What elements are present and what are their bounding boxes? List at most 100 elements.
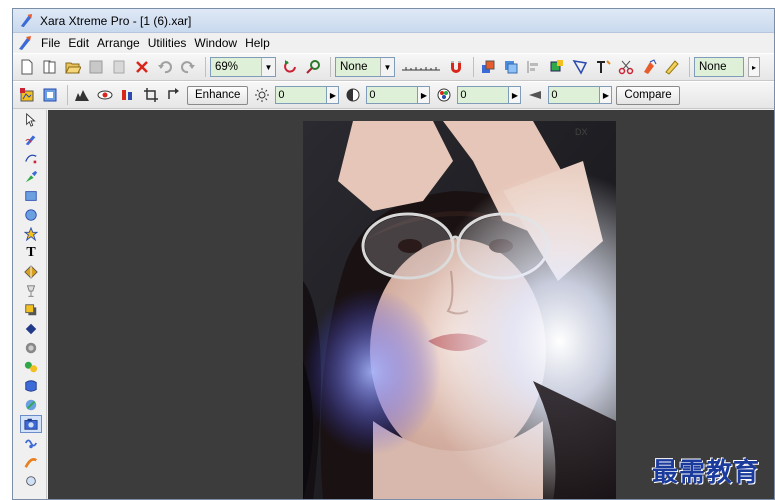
saturation-input[interactable]: 0 bbox=[457, 86, 510, 104]
window-title: Xara Xtreme Pro - [1 (6).xar] bbox=[40, 13, 192, 28]
menu-utilities[interactable]: Utilities bbox=[148, 36, 187, 50]
zoom-value[interactable]: 69% bbox=[211, 61, 261, 73]
text-tool-icon[interactable]: T bbox=[20, 244, 42, 262]
document-menu-icon[interactable] bbox=[17, 35, 33, 51]
shadow-tool-icon[interactable] bbox=[20, 301, 42, 319]
new-template-icon[interactable] bbox=[40, 57, 60, 77]
chevron-right-icon[interactable]: ▶ bbox=[600, 86, 613, 104]
redo-icon[interactable] bbox=[178, 57, 198, 77]
zoom-tool-icon[interactable] bbox=[20, 472, 42, 490]
brightness-icon bbox=[252, 85, 272, 105]
chevron-down-icon[interactable]: ▼ bbox=[261, 58, 275, 76]
paste-icon[interactable] bbox=[662, 57, 682, 77]
quickshape-tool-icon[interactable] bbox=[20, 225, 42, 243]
save-icon[interactable] bbox=[86, 57, 106, 77]
group-icon[interactable] bbox=[547, 57, 567, 77]
chevron-right-icon[interactable]: ▶ bbox=[509, 86, 522, 104]
zoom-combo[interactable]: 69% ▼ bbox=[210, 57, 276, 77]
toolbar-separator bbox=[330, 57, 331, 77]
saturation-icon bbox=[434, 85, 454, 105]
document-canvas[interactable]: DX bbox=[48, 110, 774, 499]
chevron-down-icon[interactable]: ▼ bbox=[380, 58, 394, 76]
brightness-field[interactable]: 0 ▶ bbox=[275, 86, 340, 104]
menu-arrange[interactable]: Arrange bbox=[97, 36, 140, 50]
saturation-field[interactable]: 0 ▶ bbox=[457, 86, 522, 104]
toolbar-separator bbox=[67, 85, 68, 105]
contrast-input[interactable]: 0 bbox=[366, 86, 419, 104]
toolbar-more-icon[interactable]: ▸ bbox=[748, 57, 760, 77]
zoom-to-object-icon[interactable] bbox=[303, 57, 323, 77]
align-icon[interactable] bbox=[524, 57, 544, 77]
photo-logo-text: DX bbox=[575, 127, 588, 137]
quality-value[interactable]: None bbox=[336, 61, 380, 73]
delete-icon[interactable] bbox=[132, 57, 152, 77]
sharpen-input[interactable]: 0 bbox=[548, 86, 601, 104]
contrast-icon bbox=[343, 85, 363, 105]
photo-tool-icon[interactable] bbox=[20, 415, 42, 433]
sharpen-icon bbox=[525, 85, 545, 105]
undo-icon[interactable] bbox=[155, 57, 175, 77]
contour-tool-icon[interactable] bbox=[20, 320, 42, 338]
right-combo[interactable]: None bbox=[694, 57, 744, 77]
ruler-icon[interactable] bbox=[399, 57, 443, 77]
ellipse-tool-icon[interactable] bbox=[20, 206, 42, 224]
levels-icon[interactable] bbox=[118, 85, 138, 105]
open-folder-icon[interactable] bbox=[63, 57, 83, 77]
freehand-tool-icon[interactable] bbox=[20, 130, 42, 148]
selector-tool-icon[interactable] bbox=[20, 111, 42, 129]
brush-tool-icon[interactable] bbox=[20, 453, 42, 471]
transparency-tool-icon[interactable] bbox=[20, 282, 42, 300]
app-window: Xara Xtreme Pro - [1 (6).xar] File Edit … bbox=[12, 8, 775, 500]
previous-zoom-icon[interactable] bbox=[280, 57, 300, 77]
bevel-tool-icon[interactable] bbox=[20, 339, 42, 357]
red-eye-icon[interactable] bbox=[95, 85, 115, 105]
watermark-text: 最需教育 bbox=[652, 458, 761, 488]
toolbar-separator bbox=[473, 57, 474, 77]
quality-combo[interactable]: None ▼ bbox=[335, 57, 395, 77]
toolbar-separator bbox=[689, 57, 690, 77]
save-as-icon[interactable] bbox=[109, 57, 129, 77]
bitmap-toolbar: Enhance 0 ▶ 0 ▶ 0 ▶ 0 ▶ Compare bbox=[13, 81, 774, 109]
menu-edit[interactable]: Edit bbox=[68, 36, 89, 50]
mould-tool-icon[interactable] bbox=[20, 377, 42, 395]
rectangle-tool-icon[interactable] bbox=[20, 187, 42, 205]
new-document-icon[interactable] bbox=[17, 57, 37, 77]
contrast-field[interactable]: 0 ▶ bbox=[366, 86, 431, 104]
photo-image[interactable]: DX bbox=[303, 121, 616, 499]
crop-icon[interactable] bbox=[141, 85, 161, 105]
copy-icon[interactable] bbox=[639, 57, 659, 77]
feather-tool-icon[interactable] bbox=[20, 396, 42, 414]
shape-editor-icon[interactable] bbox=[570, 57, 590, 77]
right-combo-value[interactable]: None bbox=[695, 61, 743, 73]
rotate-icon[interactable] bbox=[164, 85, 184, 105]
menu-window[interactable]: Window bbox=[194, 36, 237, 50]
standard-toolbar: 69% ▼ None ▼ None ▸ bbox=[13, 53, 774, 81]
title-bar: Xara Xtreme Pro - [1 (6).xar] bbox=[13, 9, 774, 33]
tools-sidebar: T bbox=[13, 110, 47, 499]
menu-file[interactable]: File bbox=[41, 36, 60, 50]
fill-tool-icon[interactable] bbox=[20, 263, 42, 281]
menu-help[interactable]: Help bbox=[245, 36, 270, 50]
text-tool-icon[interactable] bbox=[593, 57, 613, 77]
cut-icon[interactable] bbox=[616, 57, 636, 77]
magnet-snap-icon[interactable] bbox=[446, 57, 466, 77]
bitmap-properties-icon[interactable] bbox=[40, 85, 60, 105]
arrange-layers-icon[interactable] bbox=[501, 57, 521, 77]
menu-bar: File Edit Arrange Utilities Window Help bbox=[13, 33, 774, 53]
chevron-right-icon[interactable]: ▶ bbox=[418, 86, 431, 104]
toolbar-separator bbox=[205, 57, 206, 77]
bring-to-front-icon[interactable] bbox=[478, 57, 498, 77]
portrait-photo: DX bbox=[303, 121, 616, 499]
shape-editor-tool-icon[interactable] bbox=[20, 149, 42, 167]
chevron-right-icon[interactable]: ▶ bbox=[327, 86, 340, 104]
pen-tool-icon[interactable] bbox=[20, 168, 42, 186]
enhance-button[interactable]: Enhance bbox=[187, 85, 249, 105]
compare-button[interactable]: Compare bbox=[616, 85, 680, 105]
histogram-icon[interactable] bbox=[72, 85, 92, 105]
blend-tool-icon[interactable] bbox=[20, 358, 42, 376]
bitmap-tracer-icon[interactable] bbox=[17, 85, 37, 105]
xara-app-icon bbox=[19, 13, 34, 28]
brightness-input[interactable]: 0 bbox=[275, 86, 328, 104]
sharpen-field[interactable]: 0 ▶ bbox=[548, 86, 613, 104]
live-effects-icon[interactable] bbox=[20, 434, 42, 452]
